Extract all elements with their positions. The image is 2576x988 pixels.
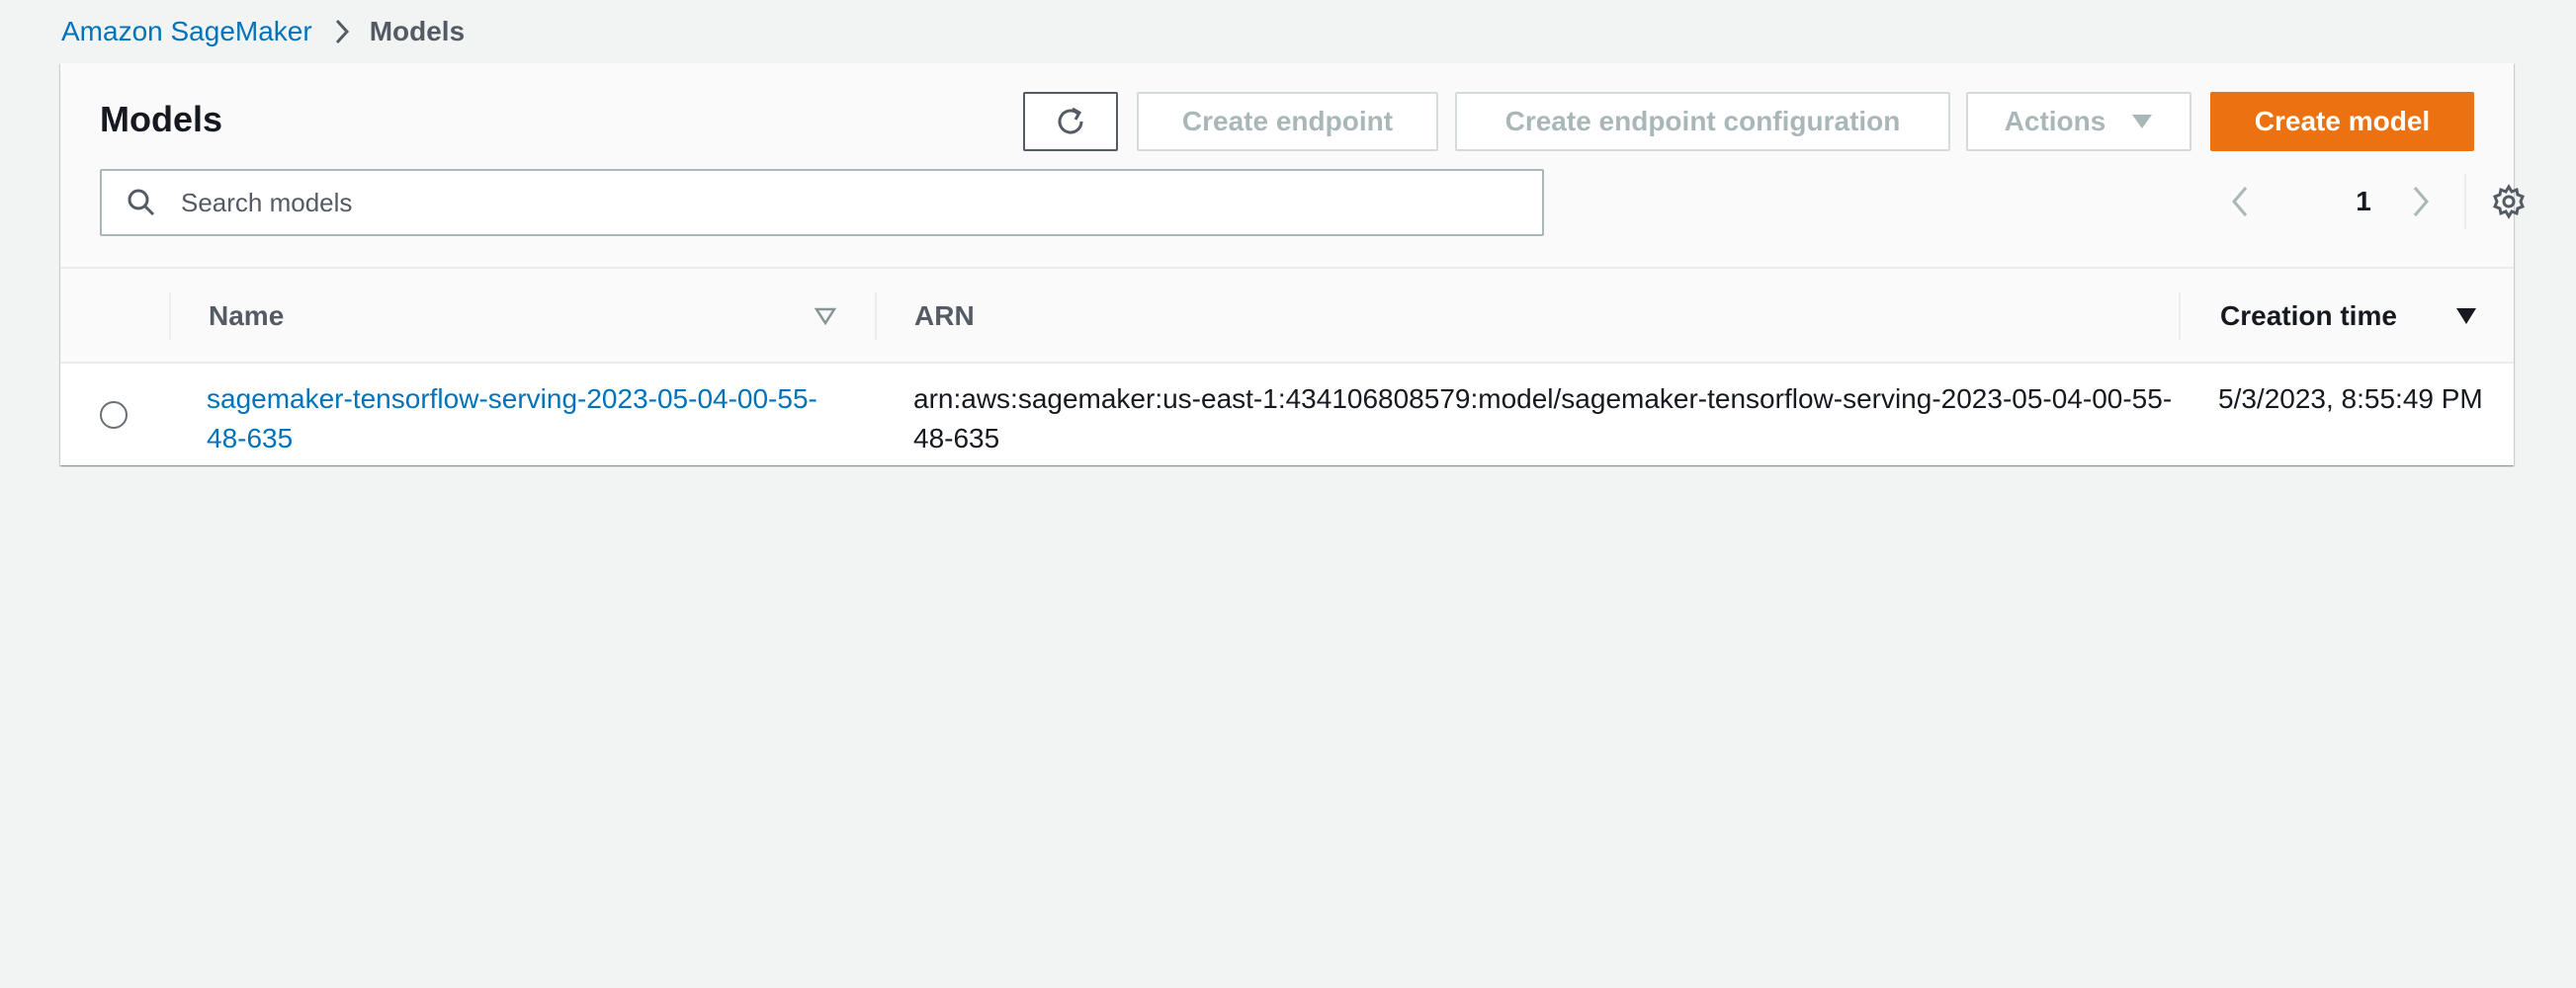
gear-icon <box>2491 184 2527 219</box>
breadcrumb-link-sagemaker[interactable]: Amazon SageMaker <box>61 16 312 47</box>
chevron-right-icon <box>2412 186 2430 217</box>
column-divider <box>2179 292 2181 340</box>
page-title: Models <box>100 99 223 139</box>
refresh-button[interactable] <box>1023 92 1118 151</box>
search-input[interactable] <box>181 187 1542 218</box>
caret-down-icon <box>2131 114 2153 129</box>
column-divider <box>169 292 171 340</box>
column-header-arn-label: ARN <box>914 300 975 331</box>
sort-descending-icon[interactable] <box>2454 304 2478 328</box>
search-icon <box>102 188 181 217</box>
column-header-creation-time-label: Creation time <box>2220 300 2397 331</box>
table-row[interactable]: sagemaker-tensorflow-serving-2023-05-04-… <box>60 366 2514 464</box>
column-header-name[interactable]: Name <box>209 269 901 364</box>
models-panel: Models Create endpoint Create endpoint c… <box>60 63 2525 465</box>
column-divider <box>875 292 877 340</box>
table-header: Name ARN Creation time <box>60 269 2514 364</box>
model-arn: arn:aws:sagemaker:us-east-1:434106808579… <box>913 383 2173 453</box>
pagination-divider <box>2464 174 2466 229</box>
pagination-prev-button[interactable] <box>2220 178 2260 225</box>
create-endpoint-configuration-button[interactable]: Create endpoint configuration <box>1455 92 1950 151</box>
chevron-left-icon <box>2231 186 2249 217</box>
model-creation-time: 5/3/2023, 8:55:49 PM <box>2218 383 2483 414</box>
model-name-link[interactable]: sagemaker-tensorflow-serving-2023-05-04-… <box>207 379 839 458</box>
preferences-button[interactable] <box>2487 180 2531 223</box>
create-endpoint-button[interactable]: Create endpoint <box>1137 92 1438 151</box>
chevron-right-icon <box>334 19 350 44</box>
row-select-radio[interactable] <box>100 401 128 429</box>
breadcrumb-current: Models <box>369 16 466 46</box>
search-box <box>100 169 1544 236</box>
breadcrumb: Amazon SageMaker Models <box>61 14 465 49</box>
refresh-icon <box>1053 104 1088 139</box>
pagination-page-1[interactable]: 1 <box>2344 180 2383 223</box>
column-header-arn[interactable]: ARN <box>914 269 2229 364</box>
column-header-name-label: Name <box>209 300 285 331</box>
actions-dropdown-button[interactable]: Actions <box>1966 92 2191 151</box>
sort-unsorted-icon[interactable] <box>814 304 837 328</box>
panel-header: Models Create endpoint Create endpoint c… <box>60 63 2525 269</box>
create-model-button[interactable]: Create model <box>2210 92 2474 151</box>
pagination-next-button[interactable] <box>2401 178 2441 225</box>
actions-label: Actions <box>2004 106 2106 136</box>
